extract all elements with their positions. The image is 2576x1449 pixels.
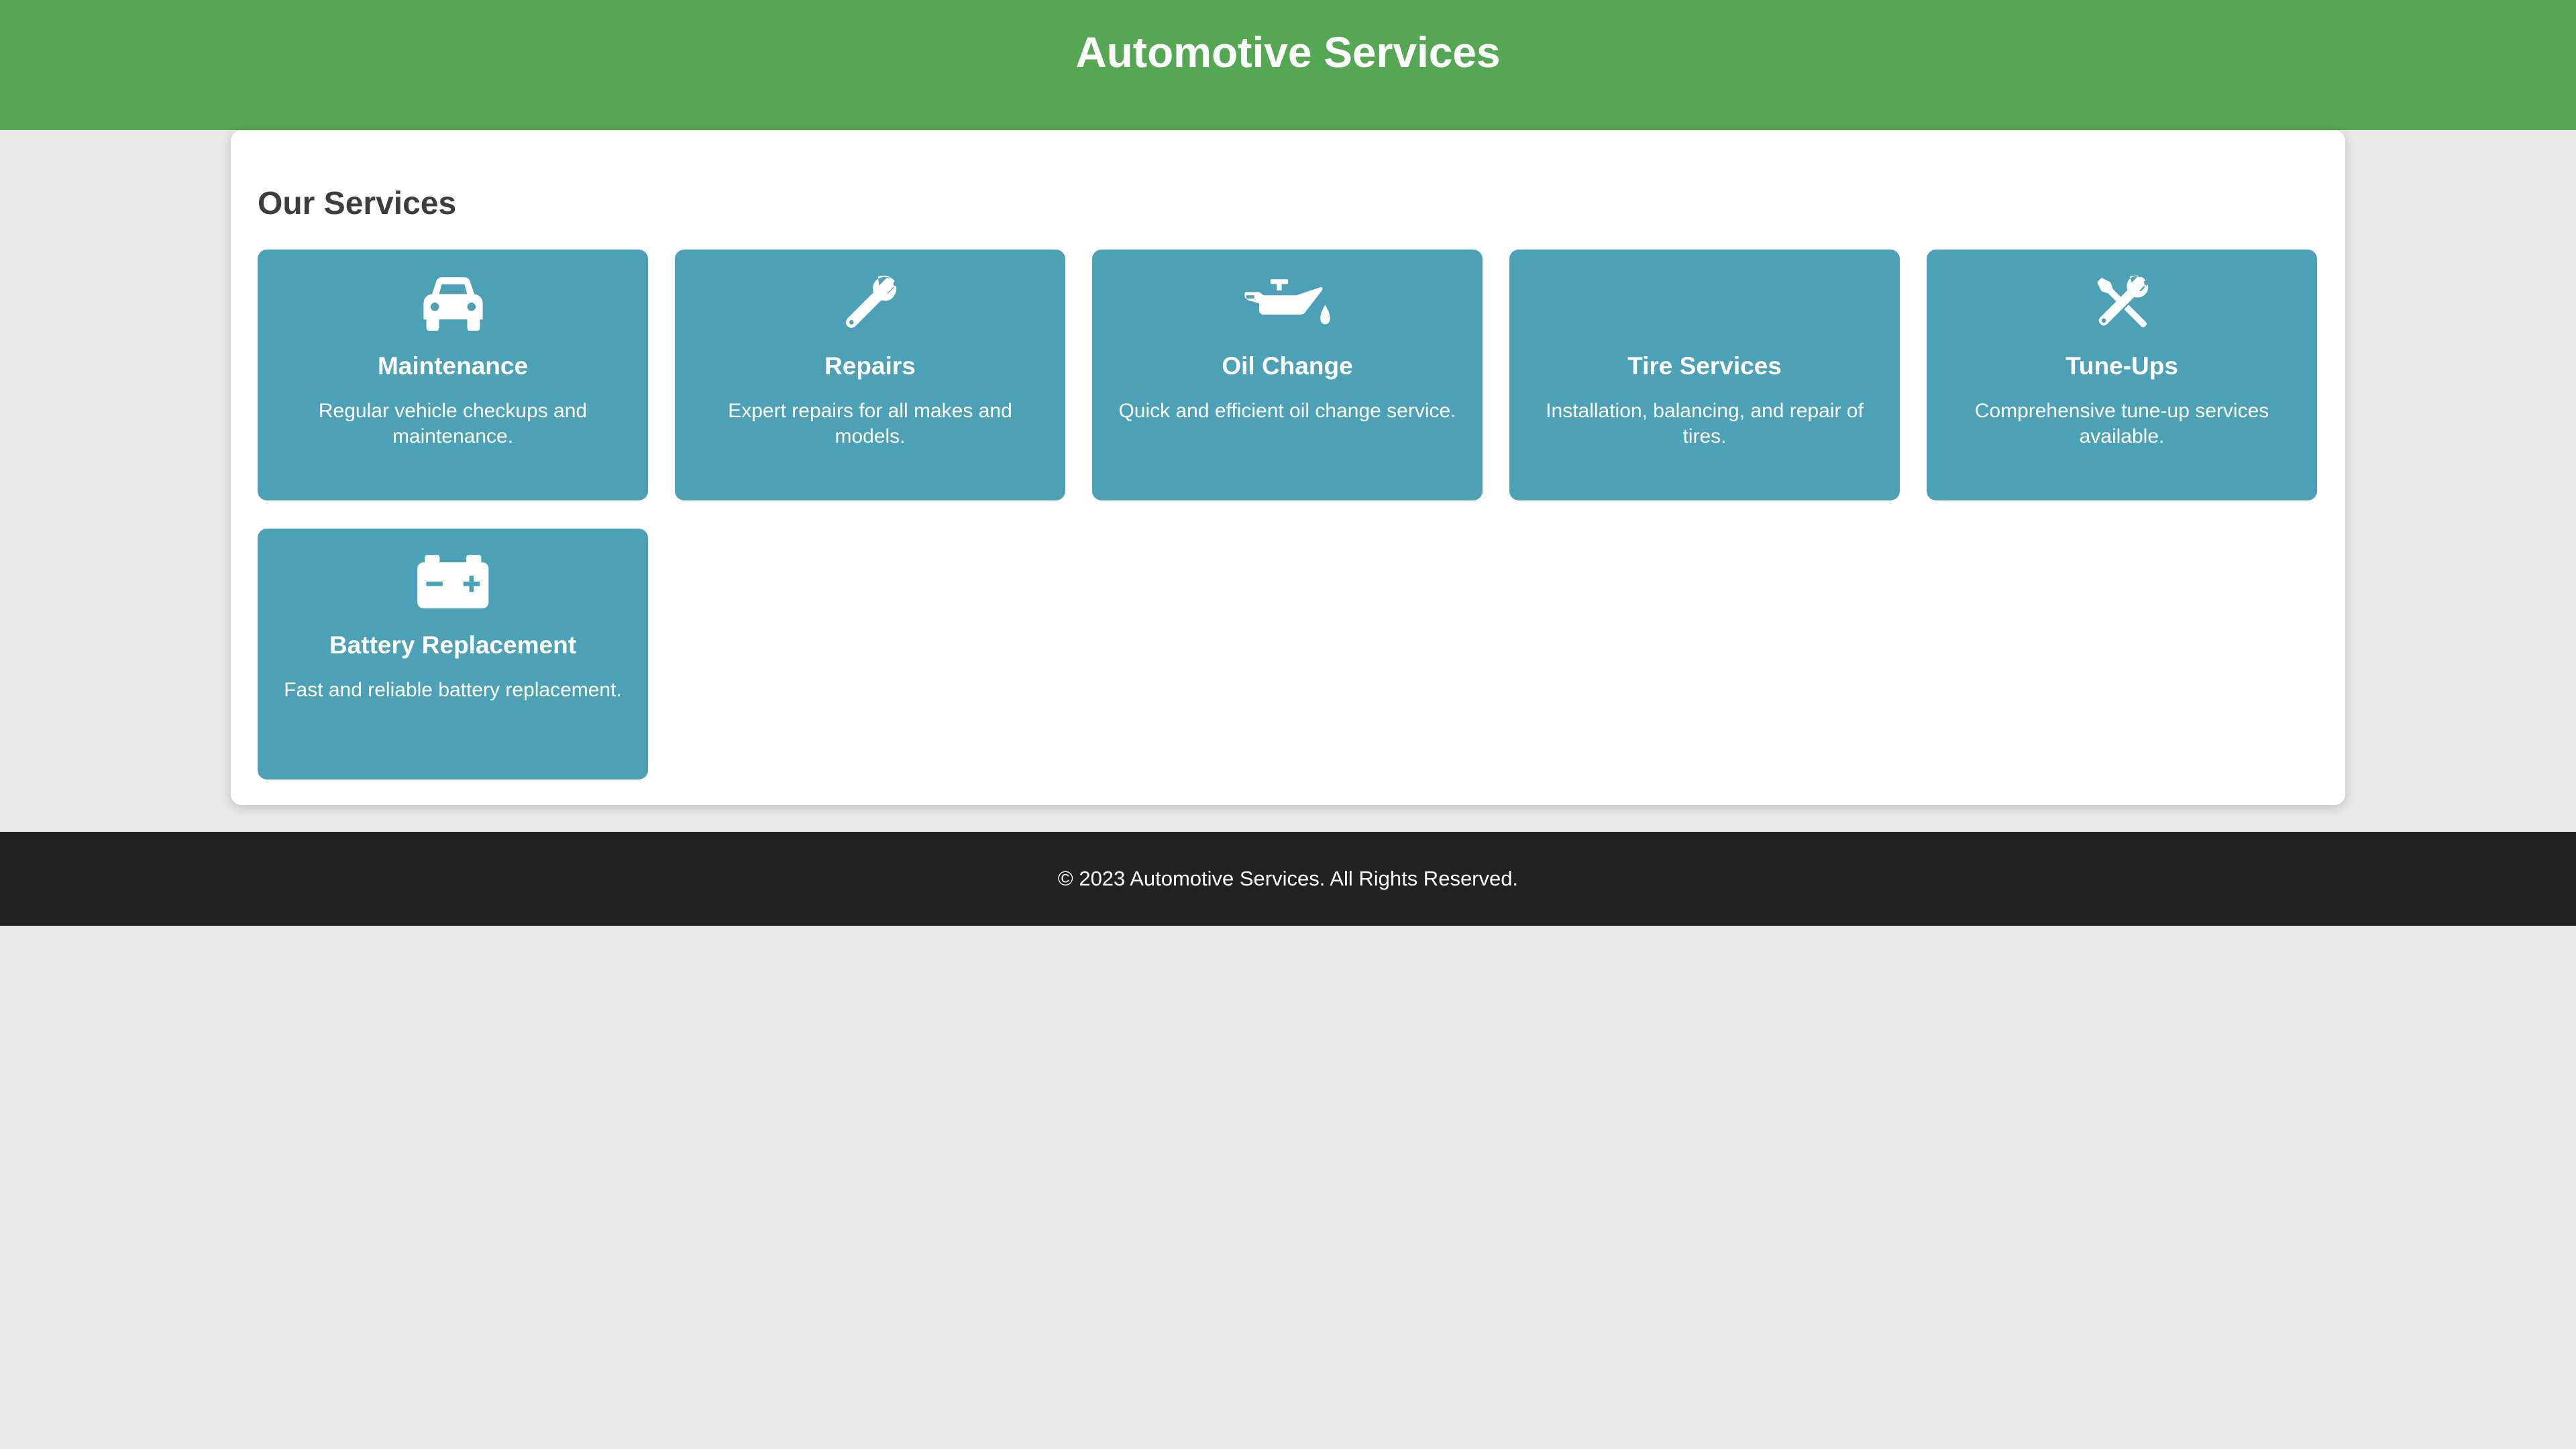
service-title: Tune-Ups xyxy=(2065,352,2178,380)
service-card-tune-ups[interactable]: Tune-Ups Comprehensive tune-up services … xyxy=(1927,250,2317,500)
service-description: Regular vehicle checkups and maintenance… xyxy=(318,400,588,447)
wrench-icon xyxy=(699,272,1041,333)
screwdriver-wrench-icon xyxy=(1951,272,2293,333)
section-title: Our Services xyxy=(258,186,457,221)
service-description: Expert repairs for all makes and models. xyxy=(728,400,1012,447)
car-icon xyxy=(282,272,624,333)
service-description: Comprehensive tune-up services available… xyxy=(1974,400,2269,447)
site-header: Automotive Services xyxy=(0,0,2576,130)
service-description: Fast and reliable battery replacement. xyxy=(284,679,622,701)
site-footer: © 2023 Automotive Services. All Rights R… xyxy=(0,832,2576,926)
service-card-maintenance[interactable]: Maintenance Regular vehicle checkups and… xyxy=(258,250,648,500)
services-grid: Maintenance Regular vehicle checkups and… xyxy=(258,250,2318,780)
oil-can-icon xyxy=(1116,272,1458,333)
service-description: Quick and efficient oil change service. xyxy=(1118,400,1456,422)
battery-icon xyxy=(282,551,624,612)
service-title: Oil Change xyxy=(1222,352,1353,380)
site-title: Automotive Services xyxy=(1075,28,1501,76)
service-title: Battery Replacement xyxy=(329,631,577,659)
service-card-tire-services[interactable]: Tire Services Installation, balancing, a… xyxy=(1509,250,1900,500)
tire-icon xyxy=(1534,272,1876,333)
service-card-repairs[interactable]: Repairs Expert repairs for all makes and… xyxy=(675,250,1065,500)
service-card-battery-replacement[interactable]: Battery Replacement Fast and reliable ba… xyxy=(258,529,648,780)
services-panel: Our Services Maintenance Regular vehicle… xyxy=(231,130,2345,805)
service-title: Tire Services xyxy=(1627,352,1782,380)
service-title: Repairs xyxy=(824,352,916,380)
copyright-text: © 2023 Automotive Services. All Rights R… xyxy=(1057,867,1519,890)
service-description: Installation, balancing, and repair of t… xyxy=(1546,400,1864,447)
service-card-oil-change[interactable]: Oil Change Quick and efficient oil chang… xyxy=(1092,250,1483,500)
service-title: Maintenance xyxy=(377,352,529,380)
